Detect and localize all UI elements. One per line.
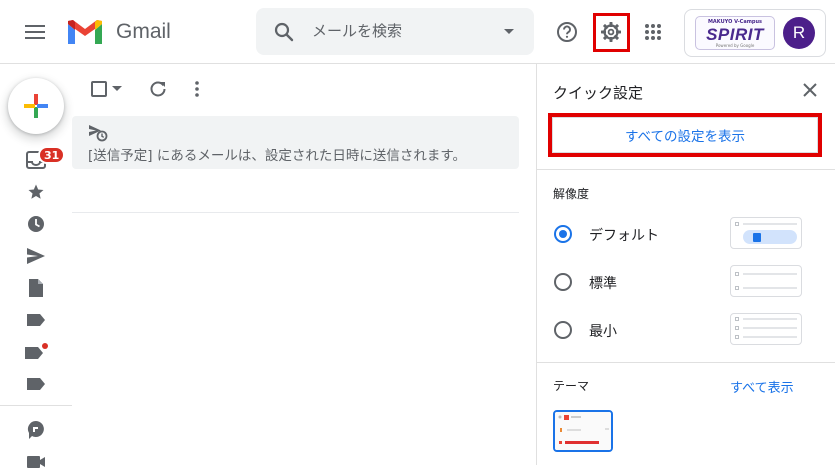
main-divider — [72, 212, 519, 213]
search-icon[interactable] — [272, 20, 296, 44]
apps-button[interactable] — [637, 16, 669, 48]
sidebar-item-meet[interactable] — [24, 450, 48, 474]
density-preview-default — [730, 217, 802, 249]
search-input[interactable] — [312, 18, 492, 44]
apps-grid-icon — [645, 24, 661, 40]
search-options-caret-icon[interactable] — [504, 29, 514, 34]
label-unread-icon — [25, 343, 48, 359]
density-section-label: 解像度 — [553, 187, 590, 201]
draft-file-icon — [29, 279, 43, 297]
avatar[interactable]: R — [783, 17, 815, 49]
quick-settings-title: クイック設定 — [553, 84, 644, 102]
more-options-button[interactable] — [186, 78, 208, 100]
sidebar-item-label-1[interactable] — [24, 308, 48, 332]
send-icon — [27, 248, 45, 264]
sidebar-item-drafts[interactable] — [24, 276, 48, 300]
see-all-settings-button[interactable]: すべての設定を表示 — [552, 117, 818, 153]
chat-bubble-icon — [27, 420, 44, 439]
star-icon — [28, 184, 44, 199]
density-option-compact[interactable]: 最小 — [553, 313, 823, 347]
settings-highlight-frame — [593, 13, 630, 52]
sidebar-item-starred[interactable] — [24, 180, 48, 204]
density-preview-standard — [730, 265, 802, 297]
compose-button[interactable] — [8, 78, 64, 134]
select-all-checkbox[interactable] — [88, 78, 110, 100]
checkbox-icon — [91, 81, 107, 97]
density-radio-default[interactable] — [554, 225, 572, 243]
gmail-logo-icon[interactable] — [66, 18, 104, 46]
org-badge-main: SPIRIT — [706, 25, 764, 44]
select-options-dropdown[interactable] — [110, 78, 124, 100]
see-all-settings-highlight-frame: すべての設定を表示 — [548, 113, 822, 157]
help-button[interactable] — [551, 16, 583, 48]
density-radio-compact[interactable] — [554, 321, 572, 339]
top-header: Gmail メールを検索 MAKUYO V-Campus SPIRIT Powe… — [0, 0, 835, 64]
help-icon — [557, 22, 577, 42]
label-icon — [27, 378, 45, 390]
theme-preview-image — [555, 412, 611, 450]
account-switcher[interactable]: MAKUYO V-Campus SPIRIT Powered by Google… — [684, 9, 826, 57]
close-icon[interactable] — [800, 80, 820, 100]
label-icon — [27, 314, 45, 326]
density-option-default[interactable]: デフォルト — [553, 217, 823, 251]
scheduled-send-icon — [89, 125, 108, 142]
density-option-standard[interactable]: 標準 — [553, 265, 823, 299]
sidebar-item-sent[interactable] — [24, 244, 48, 268]
more-vertical-icon — [195, 81, 199, 97]
density-label-default: デフォルト — [589, 228, 659, 244]
theme-section-label: テーマ — [553, 379, 590, 393]
refresh-button[interactable] — [147, 78, 169, 100]
quick-settings-panel: クイック設定 すべての設定を表示 解像度 デフォルト 標準 最小 テーマ すべて… — [536, 64, 835, 465]
sidebar-item-chat[interactable] — [24, 418, 48, 442]
panel-divider — [537, 362, 835, 363]
sidebar-divider — [0, 405, 72, 406]
compose-plus-icon — [24, 94, 48, 118]
sidebar-item-label-2[interactable] — [24, 340, 48, 364]
scheduled-notice-text: [送信予定] にあるメールは、設定された日時に送信されます。 — [88, 148, 466, 164]
density-label-compact: 最小 — [589, 324, 617, 340]
search-bar[interactable] — [256, 8, 534, 55]
density-radio-standard[interactable] — [554, 273, 572, 291]
theme-thumbnail-default[interactable] — [553, 410, 613, 452]
density-preview-compact — [730, 313, 802, 345]
see-all-themes-link[interactable]: すべて表示 — [730, 377, 794, 396]
panel-divider — [537, 169, 835, 170]
sidebar-item-snoozed[interactable] — [24, 212, 48, 236]
organization-logo: MAKUYO V-Campus SPIRIT Powered by Google — [695, 16, 775, 50]
density-label-standard: 標準 — [589, 276, 617, 292]
inbox-unread-badge: 31 — [38, 146, 66, 164]
gmail-wordmark: Gmail — [116, 20, 171, 43]
caret-down-icon — [112, 86, 122, 91]
video-camera-icon — [27, 456, 45, 468]
clock-icon — [28, 216, 44, 232]
refresh-icon — [150, 81, 166, 97]
org-badge-sub: Powered by Google — [715, 43, 755, 48]
scheduled-notice-banner: [送信予定] にあるメールは、設定された日時に送信されます。 — [72, 116, 519, 169]
sidebar-item-label-3[interactable] — [24, 372, 48, 396]
main-menu-icon[interactable] — [22, 22, 48, 42]
